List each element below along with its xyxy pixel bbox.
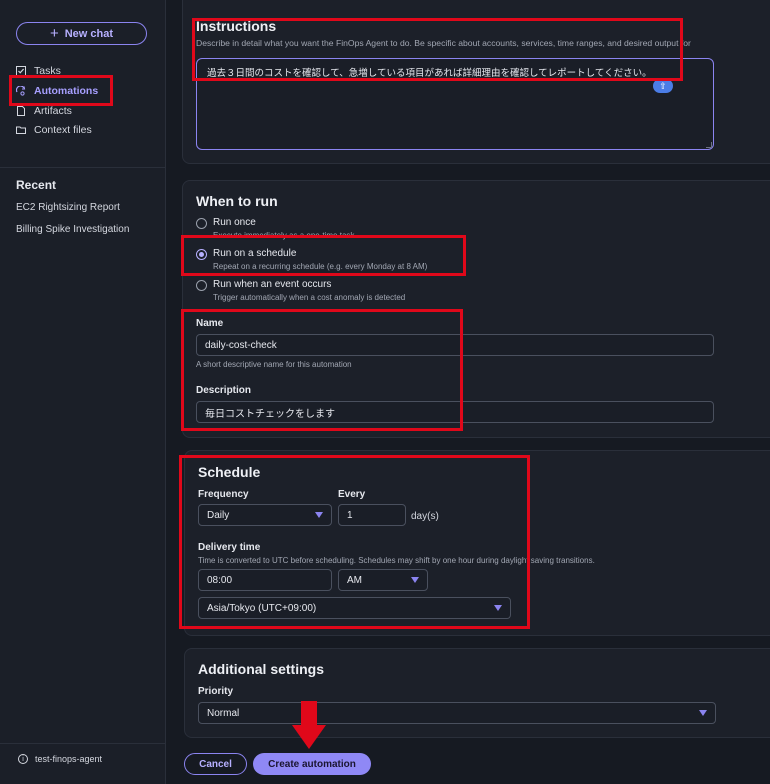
frequency-select[interactable]: Daily	[198, 504, 332, 526]
chevron-down-icon	[411, 577, 419, 583]
priority-value: Normal	[207, 707, 240, 719]
additional-settings-heading: Additional settings	[198, 661, 324, 677]
create-automation-button[interactable]: Create automation	[253, 753, 371, 775]
instructions-value: 過去３日間のコストを確認して、急増している項目があれば詳細理由を確認してレポート…	[207, 68, 652, 79]
radio-sub: Trigger automatically when a cost anomal…	[213, 293, 406, 302]
chevron-down-icon	[494, 605, 502, 611]
every-label: Every	[338, 489, 366, 500]
sidebar-divider	[0, 743, 165, 744]
name-hint: A short descriptive name for this automa…	[196, 360, 352, 369]
sidebar-item-label: Context files	[34, 124, 92, 136]
every-input[interactable]: 1	[338, 504, 406, 526]
radio-sub: Repeat on a recurring schedule (e.g. eve…	[213, 262, 428, 271]
name-label: Name	[196, 318, 224, 329]
shirt-icon: ⇧	[659, 80, 667, 91]
radio-title: Run when an event occurs	[213, 279, 332, 290]
sidebar-item-artifacts[interactable]: Artifacts	[16, 103, 72, 119]
radio-selected-icon[interactable]	[196, 249, 207, 260]
every-unit: day(s)	[411, 511, 439, 522]
recent-item[interactable]: Billing Spike Investigation	[16, 224, 129, 235]
when-to-run-heading: When to run	[196, 193, 278, 209]
time-input[interactable]: 08:00	[198, 569, 332, 591]
recent-item[interactable]: EC2 Rightsizing Report	[16, 202, 120, 213]
radio-run-on-event[interactable]: Run when an event occurs Trigger automat…	[196, 279, 405, 302]
radio-sub: Execute immediately as a one-time task	[213, 231, 355, 240]
agent-name: test-finops-agent	[35, 754, 103, 764]
sidebar-item-label: Artifacts	[34, 105, 72, 117]
ampm-value: AM	[347, 574, 362, 586]
time-value: 08:00	[207, 574, 233, 586]
timezone-select[interactable]: Asia/Tokyo (UTC+09:00)	[198, 597, 511, 619]
frequency-value: Daily	[207, 509, 230, 521]
plus-icon: +	[49, 25, 59, 42]
name-value: daily-cost-check	[205, 339, 277, 351]
schedule-heading: Schedule	[198, 464, 261, 480]
expand-button[interactable]: ⇧	[653, 79, 673, 93]
info-icon: i	[18, 754, 28, 764]
radio-title: Run once	[213, 217, 256, 228]
new-chat-label: New chat	[64, 27, 114, 40]
agent-info[interactable]: i test-finops-agent	[18, 754, 102, 764]
radio-icon[interactable]	[196, 280, 207, 291]
instructions-heading: Instructions	[196, 18, 277, 34]
instructions-textarea[interactable]: 過去３日間のコストを確認して、急増している項目があれば詳細理由を確認してレポート…	[196, 58, 714, 150]
down-arrow-icon	[292, 701, 326, 749]
automation-icon	[16, 86, 26, 96]
new-chat-button[interactable]: + New chat	[16, 22, 147, 45]
frequency-label: Frequency	[198, 489, 249, 500]
radio-icon[interactable]	[196, 218, 207, 229]
checkbox-icon	[16, 66, 26, 76]
folder-icon	[16, 126, 26, 134]
sidebar-item-tasks[interactable]: Tasks	[16, 63, 61, 79]
sidebar-item-automations[interactable]: Automations	[16, 83, 98, 99]
priority-select[interactable]: Normal	[198, 702, 716, 724]
radio-run-on-schedule[interactable]: Run on a schedule Repeat on a recurring …	[196, 248, 427, 271]
radio-run-once[interactable]: Run once Execute immediately as a one-ti…	[196, 217, 354, 240]
resize-handle-icon[interactable]	[706, 142, 712, 148]
description-value: 毎日コストチェックをします	[205, 408, 335, 420]
ampm-select[interactable]: AM	[338, 569, 428, 591]
priority-label: Priority	[198, 686, 234, 697]
description-label: Description	[196, 385, 252, 396]
name-input[interactable]: daily-cost-check	[196, 334, 714, 356]
chevron-down-icon	[699, 710, 707, 716]
timezone-value: Asia/Tokyo (UTC+09:00)	[207, 602, 317, 614]
sidebar-item-context-files[interactable]: Context files	[16, 122, 92, 138]
sidebar-item-label: Tasks	[34, 65, 61, 77]
file-icon	[17, 106, 25, 116]
cancel-button[interactable]: Cancel	[184, 753, 247, 775]
radio-title: Run on a schedule	[213, 248, 297, 259]
sidebar-divider	[0, 167, 165, 168]
recent-heading: Recent	[16, 178, 57, 192]
delivery-time-label: Delivery time	[198, 542, 261, 553]
sidebar-item-label: Automations	[34, 85, 99, 97]
every-value: 1	[347, 509, 353, 521]
description-input[interactable]: 毎日コストチェックをします	[196, 401, 714, 423]
instructions-hint: Describe in detail what you want the Fin…	[196, 38, 691, 48]
sidebar: + New chat Tasks Automations Artifacts C…	[0, 0, 166, 784]
delivery-time-hint: Time is converted to UTC before scheduli…	[198, 556, 595, 565]
chevron-down-icon	[315, 512, 323, 518]
